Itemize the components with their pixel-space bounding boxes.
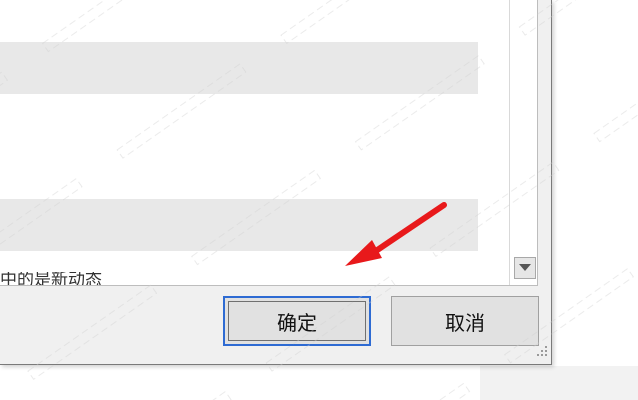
list-item[interactable]: [0, 42, 478, 94]
list-item[interactable]: [0, 199, 478, 251]
vertical-scrollbar[interactable]: [509, 0, 537, 285]
background-page-right: [553, 0, 638, 366]
background-page-bottom: [0, 366, 480, 400]
scroll-down-button[interactable]: [514, 257, 536, 279]
item-list[interactable]: 中的是新动态: [0, 0, 538, 286]
background-panel: [480, 366, 638, 400]
cancel-button[interactable]: 取消: [391, 296, 539, 346]
list-item-partial-label: 中的是新动态: [0, 272, 102, 286]
chevron-down-icon: [519, 264, 531, 271]
resize-grip-icon[interactable]: [536, 344, 548, 358]
ok-button[interactable]: 确定: [223, 296, 371, 346]
dialog-window: 中的是新动态 确定 取消: [0, 0, 552, 365]
